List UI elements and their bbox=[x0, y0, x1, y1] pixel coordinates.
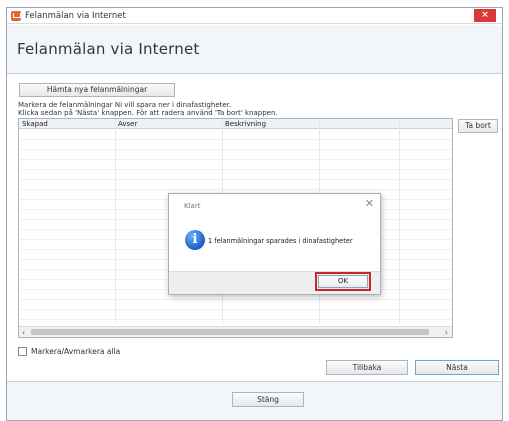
fetch-reports-button[interactable]: Hämta nya felanmälningar bbox=[19, 83, 175, 97]
column-header-beskrivning[interactable]: Beskrivning bbox=[225, 120, 266, 128]
info-icon: i bbox=[185, 230, 205, 250]
row-divider bbox=[19, 159, 452, 160]
main-window: Felanmälan via Internet × Felanmälan via… bbox=[6, 7, 503, 421]
table-header: Skapad Avser Beskrivning bbox=[19, 119, 452, 129]
window-title: Felanmälan via Internet bbox=[25, 11, 126, 21]
row-divider bbox=[19, 189, 452, 190]
app-icon bbox=[11, 11, 21, 21]
scroll-left-icon[interactable]: ‹ bbox=[22, 328, 25, 337]
delete-button[interactable]: Ta bort bbox=[458, 119, 498, 133]
horizontal-scrollbar[interactable]: ‹ › bbox=[19, 326, 452, 337]
page-title: Felanmälan via Internet bbox=[17, 40, 200, 58]
title-bar: Felanmälan via Internet × bbox=[7, 8, 502, 24]
row-divider bbox=[19, 139, 452, 140]
page-header: Felanmälan via Internet bbox=[7, 25, 502, 74]
row-divider bbox=[19, 169, 452, 170]
scroll-right-icon[interactable]: › bbox=[445, 328, 448, 337]
select-all-label[interactable]: Markera/Avmarkera alla bbox=[31, 347, 120, 356]
close-button[interactable]: Stäng bbox=[232, 392, 304, 407]
window-close-button[interactable]: × bbox=[474, 9, 496, 22]
row-divider bbox=[19, 299, 452, 300]
ok-button[interactable]: OK bbox=[318, 275, 368, 288]
dialog-title: Klart bbox=[184, 202, 201, 210]
next-button[interactable]: Nästa bbox=[415, 360, 499, 375]
row-divider bbox=[19, 179, 452, 180]
row-divider bbox=[19, 309, 452, 310]
scroll-thumb[interactable] bbox=[31, 329, 429, 335]
select-all-checkbox[interactable] bbox=[18, 347, 27, 356]
row-divider bbox=[19, 149, 452, 150]
dialog-message: 1 felanmälningar sparades i dinafastighe… bbox=[208, 237, 353, 245]
back-button[interactable]: Tillbaka bbox=[326, 360, 408, 375]
instruction-text-2: Klicka sedan på 'Nästa' knappen. För att… bbox=[18, 109, 278, 117]
dialog-close-icon[interactable]: ✕ bbox=[365, 197, 374, 210]
column-header-avser[interactable]: Avser bbox=[118, 120, 137, 128]
message-dialog: Klart ✕ i 1 felanmälningar sparades i di… bbox=[168, 193, 381, 295]
column-header-skapad[interactable]: Skapad bbox=[22, 120, 48, 128]
instruction-text-1: Markera de felanmälningar Ni vill spara … bbox=[18, 101, 232, 109]
row-divider bbox=[19, 319, 452, 320]
